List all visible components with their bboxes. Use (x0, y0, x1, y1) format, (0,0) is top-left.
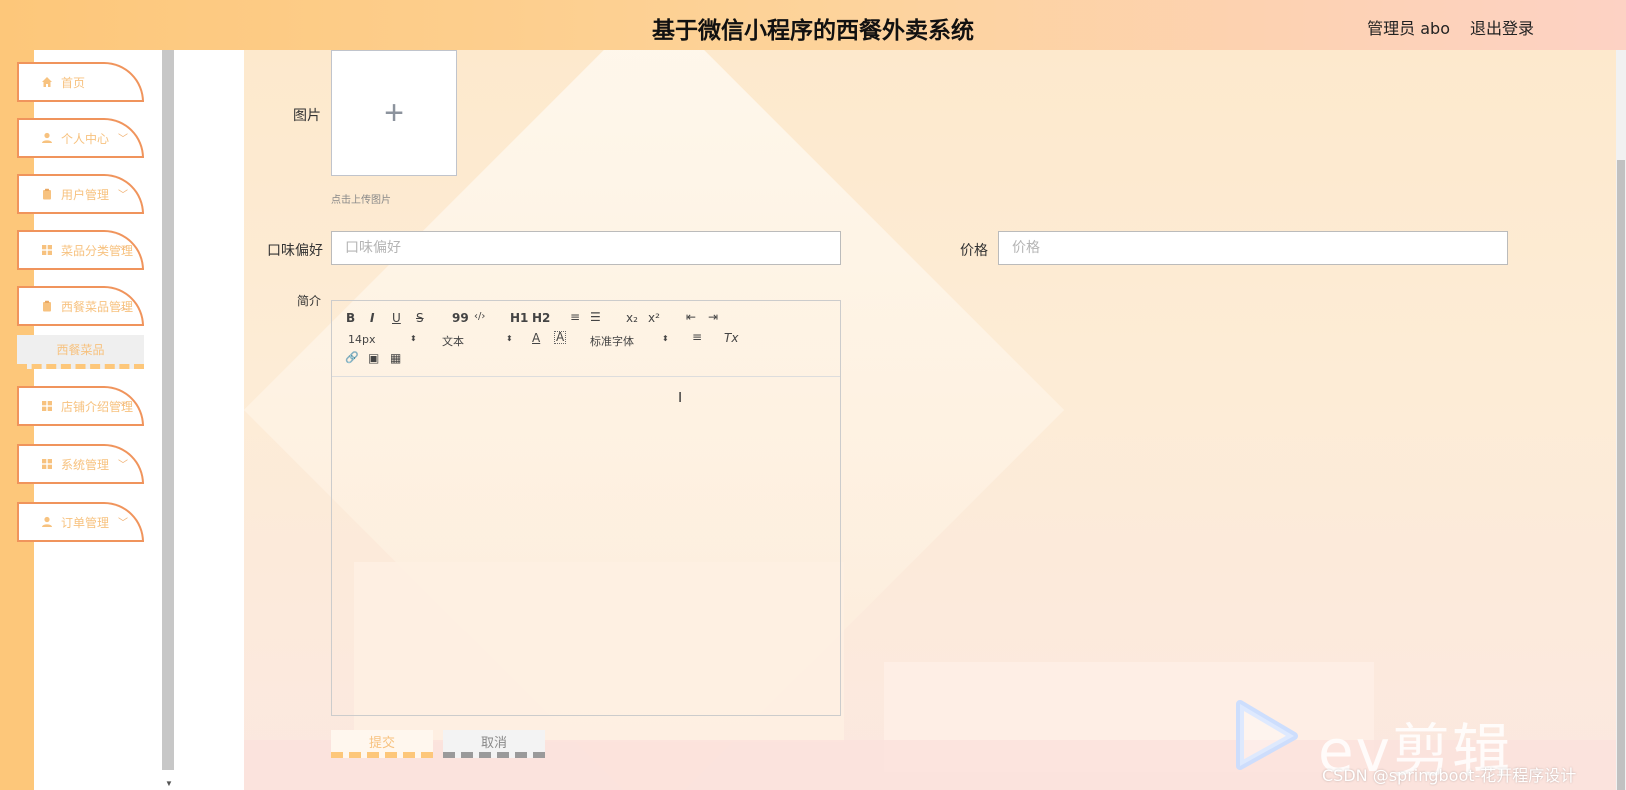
strikethrough-button[interactable]: S (416, 311, 424, 325)
sidebar-item-user-management[interactable]: 用户管理 ﹀ (17, 174, 144, 214)
editor-content-area[interactable] (332, 378, 840, 715)
indent-button[interactable]: ⇥ (708, 310, 718, 324)
submit-button[interactable]: 提交 (331, 730, 433, 758)
chevron-down-icon: ﹀ (118, 190, 128, 201)
subscript-button[interactable]: x₂ (626, 311, 638, 325)
sidebar-item-label: 首页 (61, 75, 86, 90)
image-button[interactable]: ▣ (368, 351, 379, 365)
csdn-watermark: CSDN @springboot-花开程序设计 (1322, 766, 1577, 785)
price-label: 价格 (960, 243, 988, 259)
main-scrollbar-thumb[interactable] (1617, 160, 1625, 790)
main-left-gutter (174, 50, 244, 790)
select-arrow-icon: ⬍ (506, 334, 513, 343)
grid-icon (41, 400, 53, 412)
sidebar-item-order-management[interactable]: 订单管理 ﹀ (17, 502, 144, 542)
sidebar-item-system-management[interactable]: 系统管理 ﹀ (17, 444, 144, 484)
image-label: 图片 (293, 108, 321, 124)
font-color-button[interactable]: A (532, 331, 540, 345)
background-color-button[interactable]: A (554, 331, 567, 344)
price-input[interactable] (998, 231, 1508, 265)
plus-icon: + (384, 93, 404, 132)
video-button[interactable]: ▦ (390, 351, 401, 365)
chevron-down-icon: ﹀ (118, 460, 128, 471)
scroll-down-arrow-icon[interactable]: ▼ (165, 779, 173, 788)
top-header: 基于微信小程序的西餐外卖系统 管理员 abo 退出登录 (0, 0, 1626, 50)
header2-button[interactable]: H2 (532, 311, 550, 325)
clean-format-button[interactable]: Tx (724, 331, 738, 345)
link-button[interactable]: 🔗 (345, 351, 359, 364)
font-size-select[interactable]: 14px ⬍ (348, 333, 418, 346)
user-icon (41, 516, 53, 528)
sidebar-item-category-management[interactable]: 菜品分类管理 ﹀ (17, 230, 144, 270)
upload-tip: 点击上传图片 (331, 195, 391, 206)
sidebar-item-dish-management[interactable]: 西餐菜品管理 ︿ (17, 286, 144, 326)
blockquote-button[interactable]: 99 (452, 311, 469, 325)
chevron-down-icon: ﹀ (118, 134, 128, 145)
clipboard-icon (41, 188, 53, 200)
header1-button[interactable]: H1 (510, 311, 528, 325)
bold-button[interactable]: B (346, 311, 355, 325)
font-family-value: 标准字体 (590, 335, 634, 348)
taste-input[interactable] (331, 231, 841, 265)
taste-label: 口味偏好 (267, 243, 323, 259)
user-icon (41, 132, 53, 144)
code-block-button[interactable]: ‹/› (474, 311, 485, 322)
logout-link[interactable]: 退出登录 (1470, 15, 1534, 39)
sidebar-item-label: 订单管理 (61, 515, 110, 530)
home-icon (41, 76, 53, 88)
play-logo-icon (1232, 700, 1302, 770)
sidebar-item-personal-center[interactable]: 个人中心 ﹀ (17, 118, 144, 158)
sidebar-item-home[interactable]: 首页 (17, 62, 144, 102)
intro-label: 简介 (297, 294, 322, 308)
outdent-button[interactable]: ⇤ (686, 310, 696, 324)
align-button[interactable]: ≡ (692, 330, 702, 344)
sidebar-item-label: 系统管理 (61, 457, 110, 472)
underline-button[interactable]: U (392, 311, 401, 325)
clipboard-icon (41, 300, 53, 312)
select-arrow-icon: ⬍ (410, 334, 417, 343)
sidebar-item-label: 用户管理 (61, 187, 110, 202)
select-arrow-icon: ⬍ (662, 334, 669, 343)
grid-icon (41, 458, 53, 470)
text-cursor-icon: I (678, 389, 683, 406)
current-user-label: 管理员 abo (1367, 19, 1450, 38)
sidebar-scrollbar[interactable]: ▼ (162, 50, 174, 790)
chevron-down-icon: ﹀ (118, 518, 128, 529)
sidebar-item-label: 个人中心 (61, 131, 110, 146)
rich-text-editor: B I U S 99 ‹/› H1 H2 ≡ ☰ x₂ x² ⇤ ⇥ 14px … (331, 300, 841, 716)
image-upload-box[interactable]: + (331, 50, 457, 176)
header-format-value: 文本 (442, 335, 464, 348)
sidebar-item-shop-intro-management[interactable]: 店铺介绍管理 ﹀ (17, 386, 144, 426)
italic-button[interactable]: I (370, 311, 374, 325)
cancel-button[interactable]: 取消 (443, 730, 545, 758)
superscript-button[interactable]: x² (648, 311, 660, 325)
chevron-up-icon: ︿ (118, 302, 128, 313)
font-size-value: 14px (348, 333, 376, 346)
editor-toolbar: B I U S 99 ‹/› H1 H2 ≡ ☰ x₂ x² ⇤ ⇥ 14px … (332, 301, 840, 377)
font-family-select[interactable]: 标准字体 ⬍ (590, 333, 670, 349)
grid-icon (41, 244, 53, 256)
chevron-down-icon: ﹀ (118, 246, 128, 257)
header-format-select[interactable]: 文本 ⬍ (442, 333, 514, 349)
ordered-list-button[interactable]: ≡ (570, 310, 580, 324)
bullet-list-button[interactable]: ☰ (590, 310, 601, 324)
submenu-item-dishes[interactable]: 西餐菜品 (17, 335, 144, 369)
chevron-down-icon: ﹀ (118, 402, 128, 413)
